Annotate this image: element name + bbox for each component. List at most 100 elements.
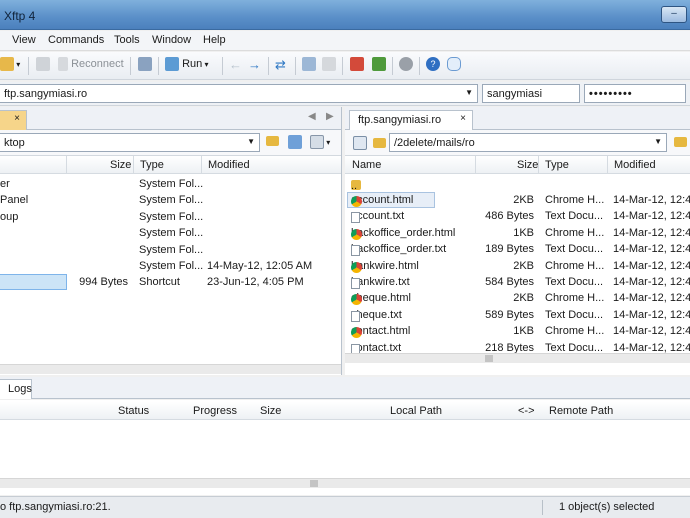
username-input[interactable]: sangymiasi xyxy=(482,84,580,103)
remote-col-type[interactable]: Type xyxy=(545,159,569,171)
back-arrow-icon[interactable]: ← xyxy=(229,57,242,74)
remote-table-row[interactable]: cheque.html 2KB Chrome H... 14-Mar-12, 12:4… xyxy=(345,290,690,306)
remote-table-row[interactable]: cheque.txt 589 Bytes Text Docu... 14-Mar-12… xyxy=(345,307,690,323)
local-table-row[interactable]: System Fol... xyxy=(0,225,341,241)
red-tool-icon[interactable] xyxy=(350,57,364,74)
remote-cell-name: cheque.txt xyxy=(351,308,402,322)
local-table-row[interactable]: er System Fol... xyxy=(0,176,341,192)
transfer-col-remote-path[interactable]: Remote Path xyxy=(549,405,613,417)
menu-bar: View Commands Tools Window Help xyxy=(0,31,690,51)
local-path-input[interactable]: ktop ▼ xyxy=(0,133,260,152)
minimize-button[interactable]: – xyxy=(661,6,687,23)
tab-scroll-left-icon[interactable]: ◀ xyxy=(308,111,316,122)
reconnect-button[interactable]: Reconnect xyxy=(58,57,124,74)
chrome-html-file-icon xyxy=(351,228,362,240)
remote-cell-name: account.html xyxy=(351,194,414,207)
remote-cell-type: Text Docu... xyxy=(545,341,604,354)
tab-scroll-right-icon[interactable]: ▶ xyxy=(326,111,334,122)
window-title: Xftp 4 xyxy=(4,9,36,23)
help-icon[interactable]: ? xyxy=(426,57,440,74)
remote-cell-size: 486 Bytes xyxy=(485,210,534,223)
text-file-icon xyxy=(351,245,360,257)
transfer-col-size[interactable]: Size xyxy=(260,405,281,417)
local-tab[interactable]: × xyxy=(0,110,27,130)
remote-cell-modified: 14-Mar-12, 12:46 xyxy=(613,276,690,288)
local-table-row[interactable]: System Fol... xyxy=(0,242,341,258)
remote-table-row[interactable]: bankwire.txt 584 Bytes Text Docu... 14-Mar-… xyxy=(345,274,690,290)
local-cell-name: oup xyxy=(0,210,19,223)
transfer-col-direction[interactable]: <-> xyxy=(518,405,535,417)
chat-icon[interactable] xyxy=(447,57,461,74)
remote-table-row[interactable]: account.txt 486 Bytes Text Docu... 14-Mar-1… xyxy=(345,208,690,224)
remote-tab[interactable]: ftp.sangymiasi.ro × xyxy=(349,110,473,130)
local-table-row[interactable]: oup System Fol... xyxy=(0,209,341,225)
remote-col-name[interactable]: Name xyxy=(352,159,381,171)
local-table-row[interactable]: System Fol... 14-May-12, 12:05 AM xyxy=(0,258,341,274)
remote-table-row[interactable]: backoffice_order.html 1KB Chrome H... 14-Ma… xyxy=(345,225,690,241)
remote-col-size[interactable]: Size xyxy=(517,159,538,171)
local-col-size[interactable]: Size xyxy=(110,159,131,171)
host-input[interactable]: ftp.sangymiasi.ro ▼ xyxy=(0,84,478,103)
refresh-icon[interactable] xyxy=(288,135,302,149)
transfer-col-local-path[interactable]: Local Path xyxy=(390,405,442,417)
remote-path-bar: /2delete/mails/ro ▼ xyxy=(345,130,690,156)
local-cell-type: System Fol... xyxy=(139,194,204,207)
password-input[interactable]: ••••••••• xyxy=(584,84,686,103)
remote-up-folder-icon[interactable] xyxy=(674,136,687,148)
remote-table-row[interactable]: contact.html 1KB Chrome H... 14-Mar-12, 12:… xyxy=(345,323,690,339)
remote-cell-modified: 14-Mar-12, 12:46 xyxy=(613,292,690,305)
remote-horizontal-scrollbar[interactable] xyxy=(345,353,690,363)
copy-icon[interactable] xyxy=(302,57,316,74)
local-cell-type: System Fol... xyxy=(139,227,204,240)
local-col-type[interactable]: Type xyxy=(140,159,164,171)
remote-cell-size: 589 Bytes xyxy=(485,308,534,321)
remote-cell-modified: 14-Mar-12, 12:46 xyxy=(613,210,690,223)
transfer-col-progress[interactable]: Progress xyxy=(193,405,237,417)
remote-path-input[interactable]: /2delete/mails/ro ▼ xyxy=(389,133,667,152)
remote-table-row[interactable]: bankwire.html 2KB Chrome H... 14-Mar-12, 12… xyxy=(345,258,690,274)
disconnect-icon[interactable] xyxy=(36,57,50,74)
remote-cell-name: contact.txt xyxy=(351,341,402,355)
green-tool-icon[interactable] xyxy=(372,57,386,74)
paste-icon[interactable] xyxy=(322,57,336,74)
view-mode-icon[interactable]: ▾ xyxy=(310,135,330,149)
logs-tab[interactable]: Logs xyxy=(0,379,32,399)
text-file-icon xyxy=(351,310,360,322)
local-panel: × ◀ ▶ ktop ▼ ▾ Size Type Modified er Syst… xyxy=(0,107,342,375)
local-cell-modified: 14-May-12, 12:05 AM xyxy=(207,260,313,272)
local-table-row[interactable]: 994 Bytes Shortcut 23-Jun-12, 4:05 PM xyxy=(0,274,341,291)
remote-cell-type: Chrome H... xyxy=(545,325,605,338)
menu-commands[interactable]: Commands xyxy=(48,34,104,46)
local-table-row[interactable]: Panel System Fol... xyxy=(0,192,341,208)
sync-icon[interactable]: ⇄ xyxy=(275,57,286,74)
local-cell-type: System Fol... xyxy=(139,178,204,190)
properties-icon[interactable] xyxy=(138,57,152,74)
gear-icon[interactable] xyxy=(399,57,413,74)
remote-cell-modified: 14-Mar-12, 12:46 xyxy=(613,325,690,338)
menu-tools[interactable]: Tools xyxy=(114,34,140,46)
local-cell-type: System Fol... xyxy=(139,210,204,223)
parent-directory-row[interactable]: .. xyxy=(345,176,690,192)
transfer-col-status[interactable]: Status xyxy=(118,405,149,417)
forward-arrow-icon[interactable]: → xyxy=(248,57,261,74)
menu-help[interactable]: Help xyxy=(203,34,226,46)
remote-col-modified[interactable]: Modified xyxy=(614,159,656,171)
remote-table-row[interactable]: account.html 2KB Chrome H... 14-Mar-12, 12:… xyxy=(345,192,690,208)
menu-window[interactable]: Window xyxy=(152,34,191,46)
open-folder-button[interactable]: ▾ xyxy=(0,57,20,74)
menu-view[interactable]: View xyxy=(12,34,36,46)
remote-cell-size: 2KB xyxy=(513,259,534,272)
up-folder-icon[interactable] xyxy=(266,135,279,147)
transfer-horizontal-scrollbar[interactable] xyxy=(0,478,690,488)
remote-table-row[interactable]: backoffice_order.txt 189 Bytes Text Docu..… xyxy=(345,241,690,257)
remote-cell-modified: 14-Mar-12, 12:46 xyxy=(613,341,690,354)
remote-cell-modified: 14-Mar-12, 12:46 xyxy=(613,243,690,256)
run-button[interactable]: Run ▾ xyxy=(165,57,209,74)
status-bar: o ftp.sangymiasi.ro:21. 1 object(s) sele… xyxy=(0,496,690,518)
local-col-modified[interactable]: Modified xyxy=(208,159,250,171)
local-cell-size: 994 Bytes xyxy=(79,276,128,289)
local-horizontal-scrollbar[interactable] xyxy=(0,364,341,374)
remote-cell-type: Chrome H... xyxy=(545,194,605,206)
local-cell-type: System Fol... xyxy=(139,243,204,256)
panel-toggle-icon[interactable] xyxy=(353,136,367,150)
